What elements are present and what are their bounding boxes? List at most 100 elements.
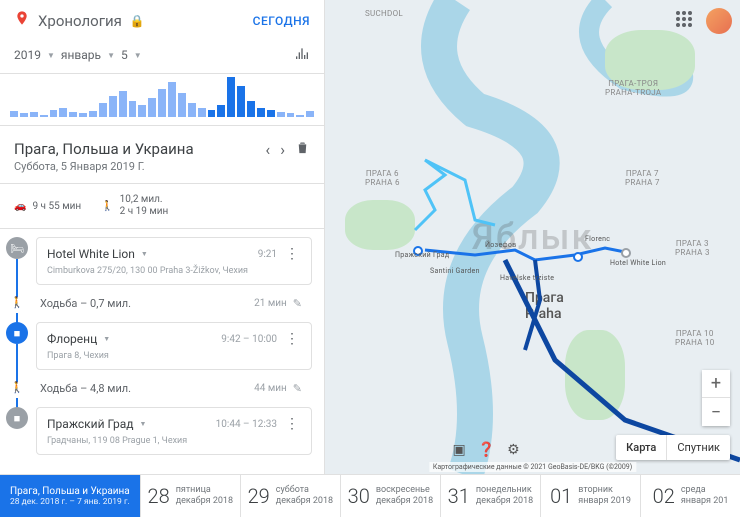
chart-bar[interactable] (69, 112, 77, 117)
place-card[interactable]: Флоренц 9:42 – 10:00 ⋮ Прага 8, Чехия (36, 322, 312, 370)
day-number: 01 (550, 484, 572, 508)
place-card[interactable]: Hotel White Lion 9:21 ⋮ Cimburkova 275/2… (36, 237, 312, 285)
poi-label: Hotel White Lion (610, 260, 666, 268)
avatar[interactable] (706, 8, 732, 34)
day-select[interactable]: 5 (121, 48, 142, 62)
car-icon: 🚗 (14, 201, 26, 212)
chart-bar[interactable] (296, 115, 304, 117)
delete-button[interactable] (295, 140, 310, 159)
map-canvas[interactable]: SUCHDOL ПРАГА-ТРОЯ PRAHA-TROJA ПРАГА 6 P… (325, 0, 740, 474)
chart-bar[interactable] (287, 113, 295, 117)
more-icon[interactable]: ⋮ (283, 331, 301, 347)
prev-day-button[interactable]: ‹ (265, 140, 270, 159)
poi-marker[interactable] (573, 252, 583, 262)
poi-marker[interactable] (621, 248, 631, 258)
drive-stat: 🚗 9 ч 55 мин (14, 194, 81, 218)
map-type-map[interactable]: Карта (616, 435, 667, 460)
chart-bar[interactable] (188, 103, 196, 117)
segment-row[interactable]: Ходьба – 0,7 мил. 21 мин ✎ (36, 291, 312, 316)
chart-bar[interactable] (99, 103, 107, 117)
chart-bar[interactable] (109, 96, 117, 117)
poi-label: Santini Garden (430, 268, 480, 276)
timeline-item: 🛏 Hotel White Lion 9:21 ⋮ Cimburkova 275… (6, 237, 312, 291)
chart-bar[interactable] (178, 93, 186, 117)
chart-bar[interactable] (89, 111, 97, 117)
chart-bar[interactable] (30, 112, 38, 117)
more-icon[interactable]: ⋮ (283, 246, 301, 262)
maps-pin-icon (14, 10, 30, 31)
chart-toggle-icon[interactable] (294, 45, 310, 65)
day-month: января 201 (681, 496, 729, 507)
zoom-in-button[interactable]: + (702, 370, 730, 398)
chart-bar[interactable] (158, 89, 166, 117)
sidebar: Хронология 🔒 СЕГОДНЯ 2019 январь 5 Прага… (0, 0, 325, 474)
chart-bar[interactable] (59, 108, 67, 117)
layers-icon[interactable]: ▣ (453, 442, 466, 458)
wand-icon[interactable]: ✎ (293, 297, 302, 310)
chart-bar[interactable] (79, 113, 87, 117)
chart-bar[interactable] (148, 98, 156, 117)
day-cell[interactable]: 02 средаянваря 201 (640, 475, 740, 517)
year-select[interactable]: 2019 (14, 48, 55, 62)
day-cell[interactable]: 31 понедельникдекабря 2018 (440, 475, 540, 517)
chart-bar[interactable] (247, 101, 255, 117)
header: Хронология 🔒 СЕГОДНЯ (0, 0, 324, 41)
day-month: декабря 2018 (376, 496, 433, 507)
day-cell[interactable]: 28 пятницадекабря 2018 (140, 475, 240, 517)
activity-barchart[interactable] (0, 74, 324, 126)
chart-bar[interactable] (208, 110, 216, 117)
chart-bar[interactable] (119, 91, 127, 117)
more-icon[interactable]: ⋮ (283, 416, 301, 432)
place-address: Прага 8, Чехия (47, 351, 301, 361)
timeline-item: 🚶 Ходьба – 0,7 мил. 21 мин ✎ (6, 291, 312, 322)
chart-bar[interactable] (198, 108, 206, 117)
walk-icon: 🚶 (101, 201, 113, 212)
chart-bar[interactable] (267, 110, 275, 117)
poi-label: Йозефов (485, 242, 516, 250)
map-type-control: Карта Спутник (616, 435, 730, 460)
timeline-list[interactable]: 🛏 Hotel White Lion 9:21 ⋮ Cimburkova 275… (0, 229, 324, 474)
day-weekday: суббота (276, 485, 333, 496)
zoom-out-button[interactable]: − (702, 398, 730, 426)
stop-icon: ■ (6, 407, 28, 429)
chart-bar[interactable] (20, 113, 28, 117)
day-number: 28 (148, 484, 170, 508)
chart-bar[interactable] (50, 110, 58, 117)
month-select[interactable]: январь (61, 48, 115, 62)
trip-chip-title: Прага, Польша и Украина (10, 486, 130, 497)
map-tools: ▣ ❓ ⚙ (453, 442, 520, 458)
wand-icon[interactable]: ✎ (293, 382, 302, 395)
chart-bar[interactable] (129, 101, 137, 117)
chart-bar[interactable] (10, 111, 18, 117)
date-selectors: 2019 январь 5 (0, 41, 324, 74)
chart-bar[interactable] (257, 108, 265, 117)
map-type-sat[interactable]: Спутник (667, 435, 730, 460)
trip-date: Суббота, 5 Января 2019 Г. (14, 160, 194, 173)
day-cell[interactable]: 30 воскресеньедекабря 2018 (340, 475, 440, 517)
chart-bar[interactable] (40, 115, 48, 117)
today-button[interactable]: СЕГОДНЯ (253, 14, 310, 28)
chart-bar[interactable] (168, 82, 176, 117)
day-cell[interactable]: 29 субботадекабря 2018 (240, 475, 340, 517)
day-number: 31 (448, 484, 470, 508)
chart-bar[interactable] (237, 86, 245, 117)
segment-label: Ходьба – 4,8 мил. (40, 382, 137, 395)
settings-icon[interactable]: ⚙ (507, 442, 520, 458)
chart-bar[interactable] (138, 105, 146, 117)
apps-icon[interactable] (676, 11, 696, 31)
chart-bar[interactable] (306, 111, 314, 117)
segment-row[interactable]: Ходьба – 4,8 мил. 44 мин ✎ (36, 376, 312, 401)
day-cell[interactable]: 01 вторникянваря 2019 (540, 475, 640, 517)
help-icon[interactable]: ❓ (478, 442, 495, 458)
place-card[interactable]: Пражский Град 10:44 – 12:33 ⋮ Градчаны, … (36, 407, 312, 455)
timeline-item: 🚶 Ходьба – 4,8 мил. 44 мин ✎ (6, 376, 312, 407)
chart-bar[interactable] (217, 105, 225, 117)
day-stats: 🚗 9 ч 55 мин 🚶 10,2 мил. 2 ч 19 мин (0, 184, 324, 229)
next-day-button[interactable]: › (280, 140, 285, 159)
chart-bar[interactable] (227, 77, 235, 117)
trip-chip[interactable]: Прага, Польша и Украина 28 дек. 2018 г. … (0, 475, 140, 517)
chart-bar[interactable] (277, 112, 285, 117)
walk-icon: 🚶 (6, 376, 28, 398)
place-time: 9:42 – 10:00 (221, 334, 277, 345)
day-weekday: понедельник (476, 485, 533, 496)
